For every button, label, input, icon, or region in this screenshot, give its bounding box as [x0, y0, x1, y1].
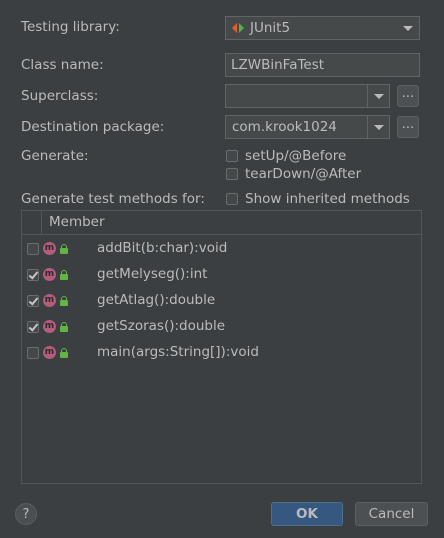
superclass-browse-button[interactable]: ...: [397, 85, 419, 107]
member-row[interactable]: m getSzoras():double: [22, 314, 421, 340]
public-lock-icon: [60, 322, 68, 332]
destination-package-browse-button[interactable]: ...: [397, 116, 419, 138]
member-checkbox[interactable]: [27, 243, 39, 255]
member-row[interactable]: m getAtlag():double: [22, 288, 421, 314]
chevron-down-icon[interactable]: [397, 17, 419, 39]
setup-checkbox[interactable]: [226, 150, 238, 162]
members-table-header: Member: [22, 211, 421, 235]
member-name: getMelyseg():int: [97, 266, 208, 282]
method-icon: m: [43, 320, 56, 333]
testing-library-select[interactable]: JUnit5: [225, 16, 420, 40]
member-checkbox[interactable]: [27, 269, 39, 281]
setup-label[interactable]: setUp/@Before: [245, 148, 346, 164]
public-lock-icon: [60, 244, 68, 254]
teardown-checkbox[interactable]: [226, 168, 238, 180]
method-icon: m: [43, 242, 56, 255]
public-lock-icon: [60, 348, 68, 358]
member-row[interactable]: m main(args:String[]):void: [22, 340, 421, 366]
static-method-icon: m: [43, 346, 56, 359]
help-button[interactable]: ?: [15, 503, 37, 525]
destination-package-select[interactable]: com.krook1024: [225, 115, 390, 139]
teardown-label[interactable]: tearDown/@After: [245, 166, 361, 182]
class-name-field-wrap: [225, 53, 420, 77]
method-icon: m: [43, 268, 56, 281]
show-inherited-label[interactable]: Show inherited methods: [245, 191, 410, 207]
generate-methods-label: Generate test methods for:: [21, 191, 205, 207]
member-checkbox[interactable]: [27, 295, 39, 307]
method-icon: m: [43, 294, 56, 307]
member-column-header[interactable]: Member: [49, 214, 105, 230]
column-divider: [41, 211, 42, 235]
testing-library-value: JUnit5: [250, 20, 291, 36]
show-inherited-checkbox[interactable]: [226, 193, 238, 205]
testing-library-label: Testing library:: [21, 19, 120, 35]
members-table: Member m addBit(b:char):void m getMelyse…: [21, 210, 422, 484]
class-name-label: Class name:: [21, 57, 104, 73]
superclass-label: Superclass:: [21, 88, 99, 104]
member-row[interactable]: m getMelyseg():int: [22, 262, 421, 288]
member-row[interactable]: m addBit(b:char):void: [22, 236, 421, 262]
member-name: addBit(b:char):void: [97, 240, 228, 256]
destination-package-value: com.krook1024: [232, 119, 337, 135]
member-name: getSzoras():double: [97, 318, 226, 334]
public-lock-icon: [60, 270, 68, 280]
generate-label: Generate:: [21, 148, 89, 164]
cancel-button[interactable]: Cancel: [355, 502, 428, 526]
member-name: getAtlag():double: [97, 292, 216, 308]
class-name-field[interactable]: [226, 54, 419, 76]
destination-package-label: Destination package:: [21, 119, 165, 135]
member-checkbox[interactable]: [27, 321, 39, 333]
chevron-down-icon[interactable]: [367, 116, 389, 138]
ok-button[interactable]: OK: [271, 502, 343, 526]
public-lock-icon: [60, 296, 68, 306]
member-checkbox[interactable]: [27, 347, 39, 359]
superclass-select[interactable]: [225, 84, 390, 108]
junit-icon: [232, 23, 244, 33]
member-name: main(args:String[]):void: [97, 344, 259, 360]
chevron-down-icon[interactable]: [367, 85, 389, 107]
